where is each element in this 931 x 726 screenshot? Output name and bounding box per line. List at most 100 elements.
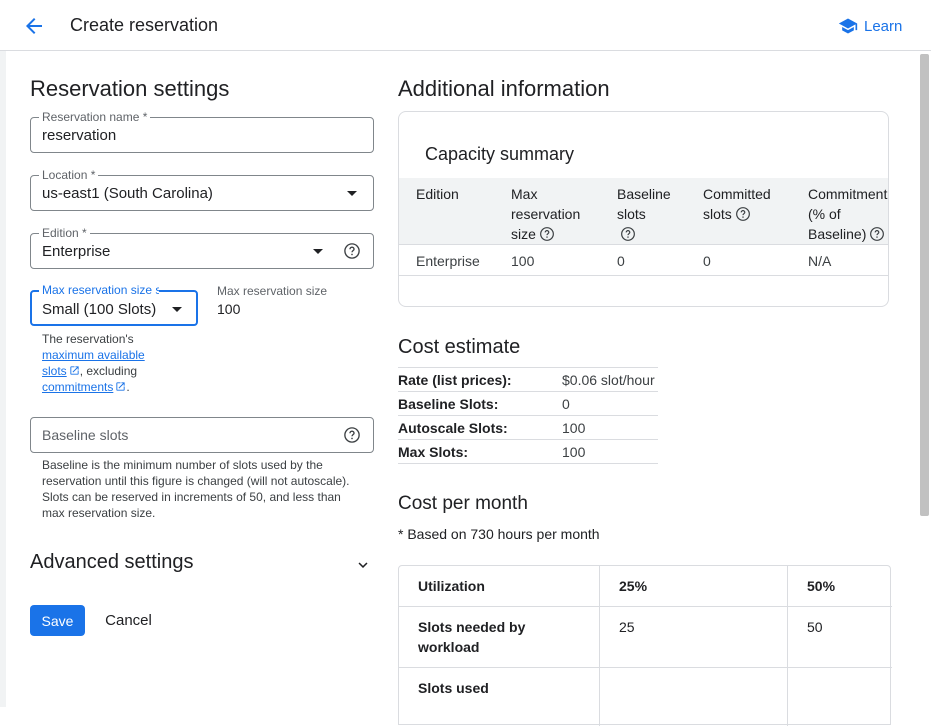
cell-baseline: 0	[617, 253, 625, 269]
cell-commitment: N/A	[808, 253, 832, 269]
max-size-help-text: The reservation's maximum available slot…	[42, 331, 162, 395]
hours-note: * Based on 730 hours per month	[398, 526, 600, 542]
col-divider	[599, 566, 600, 726]
cost-value: 100	[562, 420, 586, 436]
slots-needed-line2: workload	[418, 639, 480, 655]
baseline-help-text: Baseline is the minimum number of slots …	[42, 458, 350, 520]
location-label: Location *	[39, 168, 99, 182]
max-size-readout-value: 100	[217, 301, 241, 317]
school-icon	[838, 18, 858, 34]
col-committed-line2: slots	[703, 206, 732, 222]
slots-needed-label: Slots needed by workload	[418, 617, 525, 657]
additional-information-heading: Additional information	[398, 76, 610, 101]
cost-label: Max Slots:	[398, 444, 469, 460]
top-bar: Create reservation Learn	[0, 0, 931, 51]
edition-label: Edition *	[39, 226, 90, 240]
col-baseline-line1: Baseline	[617, 186, 671, 202]
max-size-dropdown-icon	[172, 307, 182, 312]
cost-label: Baseline Slots:	[398, 396, 499, 412]
col-commitment-line2: (% of	[808, 206, 841, 222]
cost-label: Autoscale Slots:	[398, 420, 508, 436]
help-icon[interactable]	[869, 226, 885, 242]
slots-used-label: Slots used	[418, 680, 489, 696]
chevron-down-icon	[358, 562, 368, 568]
help-prefix: The reservation's	[42, 332, 134, 346]
cost-label: Rate (list prices):	[398, 372, 512, 388]
save-button[interactable]: Save	[30, 605, 85, 636]
col-baseline-line2: slots	[617, 206, 646, 222]
baseline-slots-placeholder[interactable]: Baseline slots	[42, 427, 128, 443]
cost-estimate-heading: Cost estimate	[398, 336, 521, 358]
max-size-select-value: Small (100 Slots)	[42, 301, 157, 318]
slots-needed-line1: Slots needed by	[418, 619, 526, 635]
col-commitment-line3: Baseline)	[808, 226, 867, 242]
col-max-line2: reservation	[511, 206, 581, 222]
cost-per-month-heading: Cost per month	[398, 493, 528, 514]
cost-row: Rate (list prices): $0.06 slot/hour	[398, 368, 658, 392]
baseline-help-icon[interactable]	[343, 426, 361, 444]
cost-row: Baseline Slots: 0	[398, 392, 658, 416]
slots-needed-25: 25	[619, 619, 635, 635]
reservation-name-field[interactable]: Reservation name * reservation	[30, 110, 374, 153]
utilization-table: Utilization 25% 50% Slots needed by work…	[398, 565, 892, 726]
col-commitment-line1: Commitment	[808, 186, 888, 202]
cost-value: 0	[562, 396, 570, 412]
help-icon[interactable]	[539, 226, 555, 242]
cost-row: Autoscale Slots: 100	[398, 416, 658, 440]
edition-help-icon[interactable]	[343, 242, 361, 260]
cell-max-size: 100	[511, 253, 535, 269]
max-size-select-label: Max reservation size selector	[39, 283, 159, 297]
location-value: us-east1 (South Carolina)	[42, 185, 213, 202]
row-divider	[399, 667, 892, 668]
baseline-slots-field[interactable]: Baseline slots	[30, 417, 374, 453]
commitments-link[interactable]: commitments	[42, 380, 113, 394]
edition-value: Enterprise	[42, 243, 111, 260]
reservation-settings-heading: Reservation settings	[30, 76, 230, 101]
cancel-button[interactable]: Cancel	[96, 605, 161, 636]
cost-value: 100	[562, 444, 586, 460]
location-dropdown-icon	[347, 191, 357, 196]
edition-dropdown-icon	[313, 249, 323, 254]
back-arrow-icon[interactable]	[22, 14, 46, 38]
cell-edition: Enterprise	[416, 253, 480, 269]
advanced-settings-toggle[interactable]: Advanced settings	[30, 551, 374, 579]
help-icon[interactable]	[735, 206, 751, 222]
col-baseline-slots: Baseline slots	[617, 184, 671, 244]
learn-label: Learn	[864, 17, 903, 35]
col-divider	[787, 566, 788, 726]
scrollbar-thumb[interactable]	[920, 54, 929, 516]
page-title: Create reservation	[70, 15, 219, 35]
slots-needed-50: 50	[807, 619, 823, 635]
utilization-50: 50%	[807, 578, 836, 594]
reservation-name-value[interactable]: reservation	[42, 127, 116, 144]
help-suffix: .	[126, 380, 130, 394]
learn-button[interactable]: Learn	[838, 15, 902, 37]
table-header: Edition Max reservation size Baseline sl…	[399, 178, 888, 245]
reservation-name-label: Reservation name *	[39, 110, 151, 124]
capacity-summary-title: Capacity summary	[425, 144, 575, 164]
location-select[interactable]: Location * us-east1 (South Carolina)	[30, 168, 374, 211]
col-committed-line1: Committed	[703, 186, 771, 202]
edition-select[interactable]: Edition * Enterprise	[30, 226, 374, 269]
open-in-new-icon	[70, 366, 79, 375]
utilization-25: 25%	[619, 578, 648, 594]
col-max-line1: Max	[511, 186, 538, 202]
col-committed-slots: Committed slots	[703, 184, 771, 224]
col-max-reservation-size: Max reservation size	[511, 184, 580, 244]
advanced-settings-label: Advanced settings	[30, 551, 194, 573]
row-divider	[399, 606, 892, 607]
capacity-summary-card: Capacity summary Edition Max reservation…	[398, 111, 889, 307]
max-size-readout-label: Max reservation size	[217, 284, 328, 298]
col-commitment-percent: Commitment (% of Baseline)	[808, 184, 887, 244]
row-divider	[399, 275, 888, 276]
left-edge	[0, 51, 6, 707]
col-max-line3: size	[511, 226, 536, 242]
help-icon[interactable]	[620, 226, 636, 242]
col-edition: Edition	[416, 186, 459, 202]
help-middle: , excluding	[79, 364, 138, 378]
max-reservation-size-select[interactable]: Max reservation size selector Small (100…	[30, 283, 198, 326]
cell-committed: 0	[703, 253, 711, 269]
open-in-new-icon	[116, 382, 125, 391]
cost-value: $0.06 slot/hour	[562, 372, 655, 388]
cost-row: Max Slots: 100	[398, 440, 658, 464]
